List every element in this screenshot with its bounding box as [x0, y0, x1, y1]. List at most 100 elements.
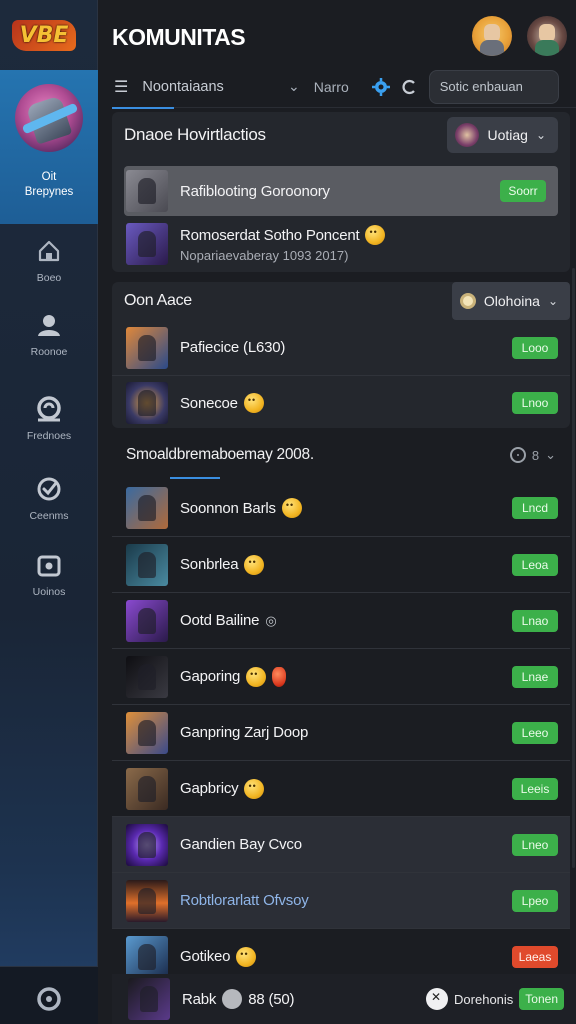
- sidebar-item-profile[interactable]: Roonoe: [0, 310, 98, 358]
- page-title: KOMUNITAS: [112, 24, 246, 50]
- dropdown-label: Olohoina: [483, 293, 540, 309]
- list-item[interactable]: Robtlorarlatt Ofvsoy Lpeo: [112, 872, 570, 928]
- list-item[interactable]: Gandien Bay Cvco Lneo: [112, 816, 570, 872]
- footer-row[interactable]: Rabk 88 (50) Dorehonis Tonen: [112, 974, 576, 1024]
- sidebar-item-label: Ceenms: [29, 510, 69, 522]
- chevron-down-icon: ⌄: [545, 447, 556, 462]
- thumbnail: [126, 655, 168, 698]
- item-name-wrap: Sonbrlea: [180, 554, 512, 575]
- sidebar-item-home[interactable]: Boeo: [0, 236, 98, 284]
- footer-name-wrap: Rabk 88 (50): [182, 989, 295, 1009]
- status-badge[interactable]: Leeo: [512, 721, 558, 744]
- thumbnail: [126, 935, 168, 978]
- home-icon: [38, 240, 60, 262]
- settings-icon[interactable]: [35, 985, 63, 1013]
- status-badge[interactable]: Tonen: [519, 988, 564, 1010]
- profile-icon: [38, 315, 60, 336]
- item-name: Rafiblooting Goroonory: [180, 182, 330, 200]
- toolbar: ☰ Noontaiaans ⌄ Narro Sotic enbauan: [112, 66, 576, 109]
- scrollbar[interactable]: [572, 268, 575, 868]
- tab-main[interactable]: ☰ Noontaiaans: [112, 66, 288, 109]
- sidebar-item-active[interactable]: Oit Brepynes: [0, 70, 98, 224]
- status-dot-icon: [222, 989, 243, 1009]
- panel-recent: Dnaoe Hovirtlactios Uotiag ⌄ Rafiblootin…: [112, 112, 570, 272]
- dropdown-avatar: [455, 123, 480, 147]
- sidebar: VBE Oit Brepynes Boeo Roonoe Frednoes Ce…: [0, 0, 98, 1024]
- name-filter[interactable]: ⌄ Narro: [288, 78, 349, 95]
- status-badge[interactable]: Laeas: [512, 945, 558, 968]
- list-item[interactable]: Romoserdat Sotho Poncent Nopariaevaberay…: [112, 216, 570, 272]
- clock-icon: [509, 447, 526, 463]
- chevron-down-icon: ⌄: [288, 78, 300, 94]
- list-item[interactable]: Sonecoe Lnoo: [112, 375, 570, 430]
- sidebar-item-inbox[interactable]: Uoinos: [0, 550, 98, 598]
- emoji-icon: [244, 778, 265, 799]
- list-item[interactable]: Rafiblooting Goroonory Soorr: [124, 166, 558, 216]
- status-badge[interactable]: Looo: [512, 336, 558, 359]
- item-subtitle: Nopariaevaberay 1093 2017): [180, 248, 349, 263]
- refresh-icon: [402, 79, 415, 94]
- sidebar-item-friends[interactable]: Frednoes: [0, 394, 98, 442]
- item-name: Gotikeo: [180, 948, 231, 965]
- chevron-down-icon: ⌄: [547, 294, 558, 308]
- item-name: Sonbrlea: [180, 556, 239, 573]
- close-icon[interactable]: [426, 988, 449, 1010]
- user-avatar[interactable]: [472, 16, 512, 56]
- thumbnail: [126, 599, 168, 642]
- status-badge[interactable]: Leeis: [512, 777, 558, 800]
- status-badge[interactable]: Soorr: [500, 180, 546, 202]
- list-item[interactable]: Pafiecice (L630) Looo: [112, 320, 570, 375]
- chevron-down-icon: ⌄: [535, 128, 546, 142]
- emoji-icon: [244, 554, 265, 575]
- section-sort-control[interactable]: 8 ⌄: [509, 447, 556, 463]
- app-logo[interactable]: VBE: [11, 12, 77, 58]
- dropdown-label: Uotiag: [487, 127, 528, 143]
- list-item[interactable]: Gaporing Lnae: [112, 648, 570, 704]
- list-item[interactable]: Soonnon Barls Lncd: [112, 480, 570, 536]
- section-title: Smoaldbremaboemay 2008.: [126, 446, 314, 463]
- item-name-wrap: Gaporing: [180, 666, 512, 687]
- footer-right-label: Dorehonis: [454, 991, 514, 1007]
- list-item[interactable]: Gapbricy Leeis: [112, 760, 570, 816]
- status-badge[interactable]: Lnae: [512, 665, 558, 688]
- thumbnail: [126, 326, 168, 369]
- panel-dropdown[interactable]: Uotiag ⌄: [447, 117, 558, 153]
- section-count: 8: [531, 447, 540, 463]
- thumbnail: [126, 382, 168, 424]
- thumbnail: [126, 487, 168, 529]
- sidebar-bottom: [0, 966, 98, 1024]
- panel-online: Oon Aace Olohoina ⌄ Pafiecice (L630) Loo…: [112, 282, 570, 428]
- status-badge[interactable]: Lneo: [512, 833, 558, 856]
- status-badge[interactable]: Lnoo: [512, 392, 558, 414]
- item-name-wrap: Ootd Bailine ◎: [180, 612, 512, 629]
- emoji-icon: [236, 946, 257, 967]
- list-item[interactable]: Ootd Bailine ◎ Lnao: [112, 592, 570, 648]
- status-badge[interactable]: Lncd: [512, 497, 558, 519]
- list-item[interactable]: Ganpring Zarj Doop Leeo: [112, 704, 570, 760]
- footer-name: Rabk: [182, 990, 217, 1008]
- status-badge[interactable]: Lnao: [512, 609, 558, 632]
- refresh-button[interactable]: [395, 73, 423, 101]
- status-badge[interactable]: Lpeo: [512, 889, 558, 912]
- friends-list: Soonnon Barls Lncd Sonbrlea Leoa Ootd Ba…: [112, 480, 570, 984]
- sidebar-active-label: Oit Brepynes: [24, 171, 74, 198]
- friend-avatar[interactable]: [527, 16, 567, 56]
- emoji-icon: [243, 393, 264, 413]
- gear-button[interactable]: [367, 73, 395, 101]
- thumbnail: [128, 978, 170, 1020]
- list-item[interactable]: Sonbrlea Leoa: [112, 536, 570, 592]
- tab-label: Noontaiaans: [142, 78, 224, 95]
- search-input[interactable]: Sotic enbauan: [428, 69, 559, 104]
- menu-icon[interactable]: ☰: [114, 77, 128, 97]
- item-name: Gaporing: [180, 668, 241, 685]
- item-name: Robtlorarlatt Ofvsoy: [180, 892, 309, 909]
- status-badge[interactable]: Leoa: [512, 553, 558, 576]
- sidebar-avatar: [15, 84, 83, 152]
- panel-dropdown[interactable]: Olohoina ⌄: [451, 282, 570, 320]
- item-name: Gandien Bay Cvco: [180, 836, 302, 853]
- sidebar-item-check[interactable]: Ceenms: [0, 474, 98, 522]
- item-name-wrap: Sonecoe: [180, 393, 512, 413]
- sidebar-item-label: Uoinos: [32, 586, 66, 598]
- item-name: Pafiecice (L630): [180, 339, 286, 356]
- panel-title: Oon Aace: [124, 292, 192, 309]
